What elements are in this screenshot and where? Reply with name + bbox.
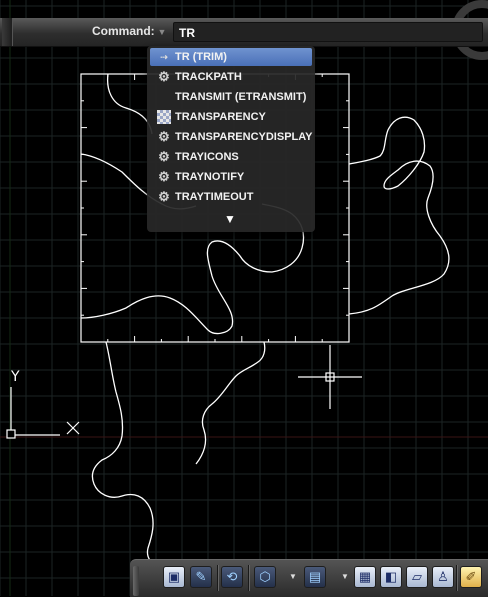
autocomplete-item-label: TRANSPARENCYDISPLAY (175, 131, 313, 143)
autocomplete-item-traytimeout[interactable]: ⚙ TRAYTIMEOUT (150, 188, 312, 206)
visual-style-icon[interactable]: ⬡ (254, 566, 276, 588)
gear-icon: ⚙ (158, 129, 170, 144)
layer-icon[interactable]: ◧ (380, 566, 402, 588)
autocomplete-item-trayicons[interactable]: ⚙ TRAYICONS (150, 148, 312, 166)
grid-snap-icon[interactable]: ▦ (354, 566, 376, 588)
toolbar-separator (217, 565, 219, 591)
view-cube-icon[interactable]: ▤ (304, 566, 326, 588)
gear-icon: ⚙ (158, 169, 170, 184)
gear-icon: ⚙ (158, 69, 170, 84)
toolbar-separator (456, 565, 458, 591)
more-items-arrow-icon[interactable]: ▼ (224, 212, 236, 226)
visual-style-dropdown-icon[interactable]: ▼ (289, 570, 297, 584)
person-icon[interactable]: ♙ (432, 566, 454, 588)
pen-icon[interactable]: ✐ (460, 566, 482, 588)
autocomplete-item-label: TRANSMIT (ETRANSMIT) (175, 91, 307, 103)
bottom-toolbar: ▣ ✎ ⟲ ⬡ ▼ ▤ ▼ ▦ ◧ ▱ ♙ ✐ (130, 559, 488, 597)
command-bar: Command: ▼ TR (0, 18, 488, 47)
view-dropdown-icon[interactable]: ▼ (341, 570, 349, 584)
autocomplete-item-label: TRACKPATH (175, 71, 242, 83)
autocomplete-item-label: TR (TRIM) (175, 51, 227, 63)
autocomplete-item-label: TRAYICONS (175, 151, 239, 163)
command-history-dropdown-icon[interactable]: ▼ (153, 24, 171, 40)
crosshair-cursor (298, 345, 362, 409)
command-label: Command: (92, 24, 155, 38)
autocomplete-item-trackpath[interactable]: ⚙ TRACKPATH (150, 68, 312, 86)
autocomplete-item-traynotify[interactable]: ⚙ TRAYNOTIFY (150, 168, 312, 186)
autocomplete-item-transmit[interactable]: TRANSMIT (ETRANSMIT) (150, 88, 312, 106)
ucs-y-label: Y (10, 369, 20, 385)
gear-icon: ⚙ (158, 149, 170, 164)
orbit-icon[interactable]: ⟲ (221, 566, 243, 588)
gear-icon: ⚙ (158, 189, 170, 204)
draw-icon[interactable]: ✎ (190, 566, 212, 588)
toolbar-grip[interactable] (133, 566, 139, 596)
autocomplete-item-transparencydisplay[interactable]: ⚙ TRANSPARENCYDISPLAY (150, 128, 312, 146)
command-input[interactable]: TR (173, 22, 483, 42)
insert-block-icon[interactable]: ▣ (163, 566, 185, 588)
autocomplete-popup: ⇢ TR (TRIM) ⚙ TRACKPATH TRANSMIT (ETRANS… (147, 46, 315, 232)
autocomplete-item-transparency[interactable]: TRANSPARENCY (150, 108, 312, 126)
autocomplete-item-trim[interactable]: ⇢ TR (TRIM) (150, 48, 312, 66)
toolbar-separator (248, 565, 250, 591)
command-bar-grip[interactable] (2, 18, 13, 46)
ucs-icon (6, 387, 80, 439)
autocomplete-item-label: TRAYNOTIFY (175, 171, 245, 183)
autocomplete-item-label: TRAYTIMEOUT (175, 191, 254, 203)
annotate-icon[interactable]: ▱ (406, 566, 428, 588)
command-icon: ⇢ (160, 52, 168, 62)
transparency-icon (157, 110, 171, 124)
autocomplete-item-label: TRANSPARENCY (175, 111, 266, 123)
